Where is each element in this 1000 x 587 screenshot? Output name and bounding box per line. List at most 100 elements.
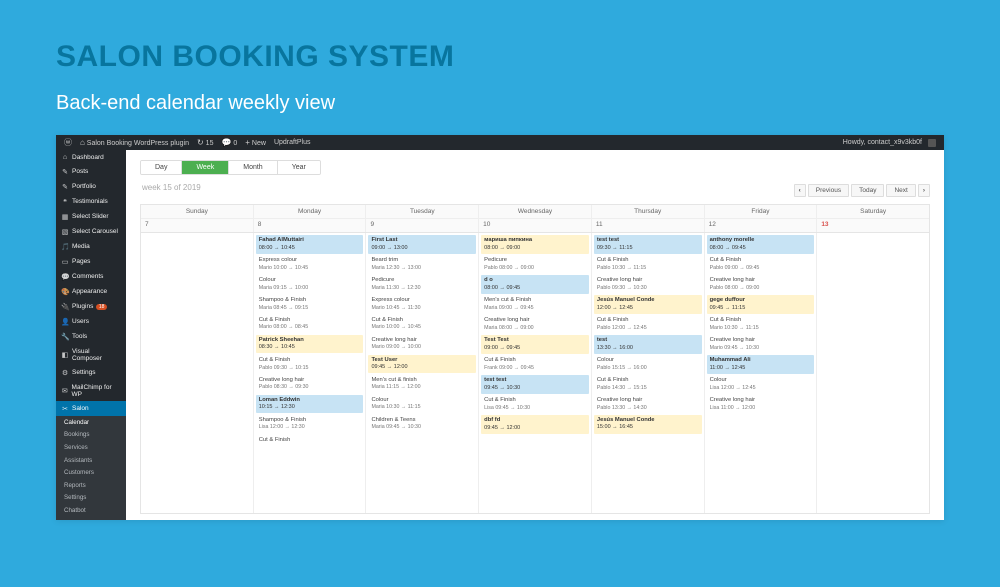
calendar-event[interactable]: Express colourMario 10:45 → 11:30 <box>368 295 476 313</box>
sidebar-subitem-chatbot[interactable]: Chatbot <box>56 504 126 517</box>
calendar-event[interactable]: First Last09:00 → 13:00 <box>368 235 476 254</box>
calendar-event[interactable]: Cut & FinishMario 10:30 → 11:15 <box>707 315 815 333</box>
calendar-event[interactable]: Cut & FinishFrank 09:00 → 09:45 <box>481 355 589 373</box>
sidebar-item-portfolio[interactable]: ✎Portfolio <box>56 179 126 194</box>
calendar-event[interactable]: Shampoo & FinishMaria 08:45 → 09:15 <box>256 295 364 313</box>
calendar-event[interactable]: ColourLisa 12:00 → 12:45 <box>707 375 815 393</box>
sidebar-subitem-tools[interactable]: Tools <box>56 517 126 520</box>
calendar-event[interactable]: Creative long hairMario 09:00 → 10:00 <box>368 335 476 353</box>
view-tab-year[interactable]: Year <box>278 161 320 174</box>
calendar-event[interactable]: Creative long hairLisa 11:00 → 12:00 <box>707 395 815 413</box>
calendar-event[interactable]: Creative long hairPablo 08:30 → 09:30 <box>256 375 364 393</box>
sidebar-item-users[interactable]: 👤Users <box>56 314 126 329</box>
calendar-event[interactable]: ColourMaria 09:15 → 10:00 <box>256 275 364 293</box>
sidebar-item-select-carousel[interactable]: ▧Select Carousel <box>56 224 126 239</box>
sidebar-item-media[interactable]: 🎵Media <box>56 239 126 254</box>
calendar-event[interactable]: Cut & FinishPablo 12:00 → 12:45 <box>594 315 702 333</box>
calendar-event[interactable]: Test User09:45 → 12:00 <box>368 355 476 374</box>
day-column-sunday[interactable] <box>141 233 254 513</box>
calendar-event[interactable]: ColourPablo 15:15 → 16:00 <box>594 355 702 373</box>
previous-button[interactable]: Previous <box>808 184 849 197</box>
calendar-event[interactable]: Cut & FinishLisa 09:45 → 10:30 <box>481 395 589 413</box>
calendar-event[interactable]: Men's cut & finishMaria 11:15 → 12:00 <box>368 375 476 393</box>
calendar-event[interactable]: Creative long hairMario 09:45 → 10:30 <box>707 335 815 353</box>
sidebar-item-dashboard[interactable]: ⌂Dashboard <box>56 150 126 164</box>
sidebar-item-salon[interactable]: ✂Salon <box>56 401 126 416</box>
site-name-link[interactable]: ⌂ Salon Booking WordPress plugin <box>80 138 189 147</box>
calendar-event[interactable]: Cut & Finish <box>256 435 364 447</box>
sidebar-item-plugins[interactable]: 🔌Plugins 18 <box>56 299 126 314</box>
calendar-event[interactable]: Cut & FinishPablo 14:30 → 15:15 <box>594 375 702 393</box>
calendar-event[interactable]: Test Test09:00 → 09:45 <box>481 335 589 354</box>
calendar-event[interactable]: Men's cut & FinishMaria 09:00 → 09:45 <box>481 295 589 313</box>
calendar-event[interactable]: Muhammad Ali11:00 → 12:45 <box>707 355 815 374</box>
updraft-link[interactable]: UpdraftPlus <box>274 139 311 146</box>
sidebar-subitem-reports[interactable]: Reports <box>56 479 126 492</box>
calendar-event[interactable]: Creative long hairMaria 08:00 → 09:00 <box>481 315 589 333</box>
sidebar-subitem-bookings[interactable]: Bookings <box>56 429 126 442</box>
calendar-event[interactable]: Creative long hairPablo 08:00 → 09:00 <box>707 275 815 293</box>
today-button[interactable]: Today <box>851 184 884 197</box>
sidebar-item-tools[interactable]: 🔧Tools <box>56 329 126 344</box>
day-column-wednesday[interactable]: мариша пипкина08:00 → 09:00PedicurePablo… <box>479 233 592 513</box>
new-link[interactable]: + New <box>245 138 266 147</box>
calendar-event[interactable]: Express colourMario 10:00 → 10:45 <box>256 255 364 273</box>
calendar-event[interactable]: PedicurePablo 08:00 → 09:00 <box>481 255 589 273</box>
day-column-monday[interactable]: Fahad AlMuttairi08:00 → 10:45Express col… <box>254 233 367 513</box>
calendar-event[interactable]: dbf fd09:45 → 12:00 <box>481 415 589 434</box>
sidebar-subitem-services[interactable]: Services <box>56 441 126 454</box>
sidebar-item-pages[interactable]: ▭Pages <box>56 254 126 269</box>
sidebar-item-settings[interactable]: ⚙Settings <box>56 365 126 380</box>
calendar-event[interactable]: test13:30 → 16:00 <box>594 335 702 354</box>
calendar-event[interactable]: Shampoo & FinishLisa 12:00 → 12:30 <box>256 415 364 433</box>
sidebar-subitem-customers[interactable]: Customers <box>56 466 126 479</box>
sidebar-item-visual-composer[interactable]: ◧Visual Composer <box>56 344 126 365</box>
calendar-event[interactable]: Jesús Manuel Conde15:00 → 16:45 <box>594 415 702 434</box>
calendar-event[interactable]: Creative long hairPablo 13:30 → 14:30 <box>594 395 702 413</box>
wordpress-logo-icon[interactable]: ⓦ <box>64 137 72 148</box>
calendar-event[interactable]: Cut & FinishMario 10:00 → 10:45 <box>368 315 476 333</box>
calendar-event[interactable]: Beard trimMaria 12:30 → 13:00 <box>368 255 476 273</box>
next-arrow-button[interactable]: › <box>918 184 930 197</box>
calendar-event[interactable]: Children & TeensMaria 09:45 → 10:30 <box>368 415 476 433</box>
calendar-event[interactable]: Fahad AlMuttairi08:00 → 10:45 <box>256 235 364 254</box>
calendar-event[interactable]: gege duffour09:45 → 11:15 <box>707 295 815 314</box>
calendar-event[interactable]: PedicureMaria 11:30 → 12:30 <box>368 275 476 293</box>
day-column-saturday[interactable] <box>817 233 929 513</box>
calendar-event[interactable]: Cut & FinishPablo 09:30 → 10:15 <box>256 355 364 373</box>
calendar-event[interactable]: мариша пипкина08:00 → 09:00 <box>481 235 589 254</box>
howdy-text[interactable]: Howdy, contact_x9v3kb0f <box>843 139 922 146</box>
calendar-event[interactable]: test test09:45 → 10:30 <box>481 375 589 394</box>
comments-link[interactable]: 💬 0 <box>221 138 237 147</box>
prev-arrow-button[interactable]: ‹ <box>794 184 806 197</box>
sidebar-item-posts[interactable]: ✎Posts <box>56 164 126 179</box>
day-column-friday[interactable]: anthony morelle08:00 → 09:45Cut & Finish… <box>705 233 818 513</box>
calendar-event[interactable]: Creative long hairPablo 09:30 → 10:30 <box>594 275 702 293</box>
avatar[interactable] <box>928 139 936 147</box>
sidebar-item-mailchimp-for-wp[interactable]: ✉MailChimp for WP <box>56 380 126 401</box>
calendar-event[interactable]: Loman Eddwin10:15 → 12:30 <box>256 395 364 414</box>
calendar-event[interactable]: anthony morelle08:00 → 09:45 <box>707 235 815 254</box>
view-tab-month[interactable]: Month <box>229 161 277 174</box>
sidebar-subitem-assistants[interactable]: Assistants <box>56 454 126 467</box>
sidebar-item-appearance[interactable]: 🎨Appearance <box>56 284 126 299</box>
calendar-event[interactable]: Cut & FinishMario 08:00 → 08:45 <box>256 315 364 333</box>
day-column-tuesday[interactable]: First Last09:00 → 13:00Beard trimMaria 1… <box>366 233 479 513</box>
sidebar-item-select-slider[interactable]: ▦Select Slider <box>56 209 126 224</box>
sidebar-item-comments[interactable]: 💬Comments <box>56 269 126 284</box>
view-tab-week[interactable]: Week <box>182 161 229 174</box>
next-button[interactable]: Next <box>886 184 915 197</box>
calendar-event[interactable]: Jesús Manuel Conde12:00 → 12:45 <box>594 295 702 314</box>
sidebar-subitem-settings[interactable]: Settings <box>56 492 126 505</box>
sidebar-subitem-calendar[interactable]: Calendar <box>56 416 126 429</box>
updates-link[interactable]: ↻ 15 <box>197 138 213 147</box>
calendar-event[interactable]: Cut & FinishPablo 09:00 → 09:45 <box>707 255 815 273</box>
view-tab-day[interactable]: Day <box>141 161 182 174</box>
day-column-thursday[interactable]: test test09:30 → 11:15Cut & FinishPablo … <box>592 233 705 513</box>
calendar-event[interactable]: ColourMaria 10:30 → 11:15 <box>368 395 476 413</box>
calendar-event[interactable]: Patrick Sheehan08:30 → 10:45 <box>256 335 364 354</box>
calendar-event[interactable]: test test09:30 → 11:15 <box>594 235 702 254</box>
calendar-event[interactable]: Cut & FinishPablo 10:30 → 11:15 <box>594 255 702 273</box>
calendar-event[interactable]: d o08:00 → 09:45 <box>481 275 589 294</box>
sidebar-item-testimonials[interactable]: ❝Testimonials <box>56 194 126 209</box>
